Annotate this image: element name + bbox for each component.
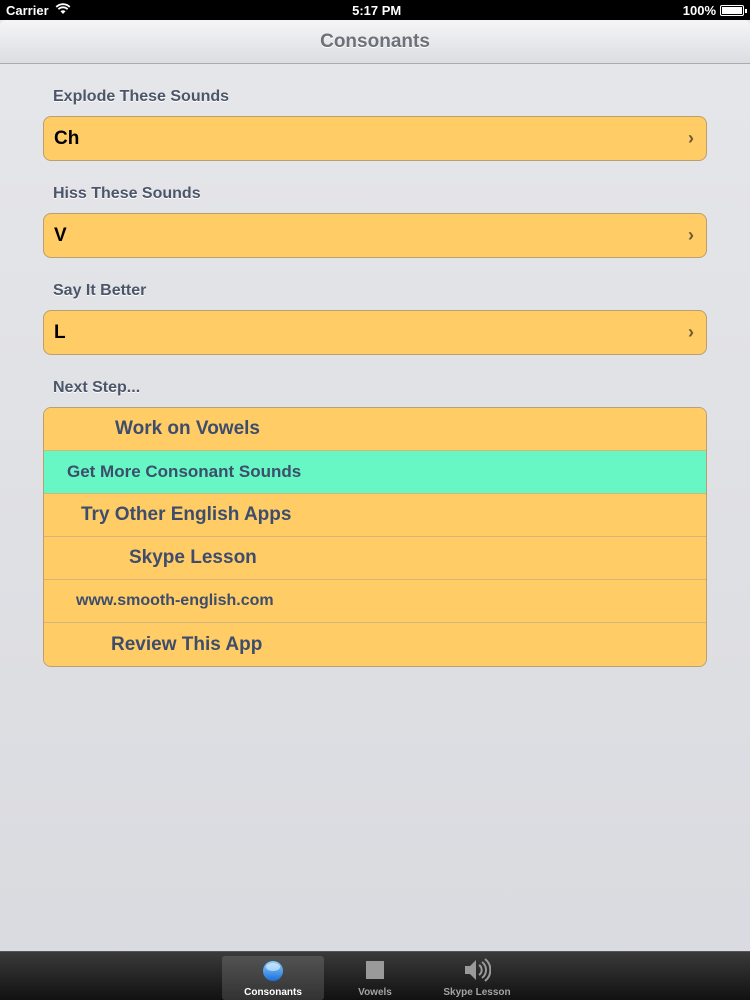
- cell-say-better[interactable]: L ›: [43, 310, 707, 355]
- tab-label: Consonants: [244, 987, 302, 998]
- carrier-label: Carrier: [6, 2, 49, 18]
- cell-label: V: [54, 224, 67, 246]
- section-header-hiss: Hiss These Sounds: [53, 185, 201, 202]
- cell-hiss-sounds[interactable]: V ›: [43, 213, 707, 258]
- section-header-next-step: Next Step...: [53, 379, 141, 396]
- battery-percent: 100%: [682, 2, 716, 18]
- clock: 5:17 PM: [352, 2, 402, 18]
- review-app-button[interactable]: Review This App: [44, 623, 706, 666]
- square-icon: [360, 955, 390, 985]
- chevron-right-icon: ›: [688, 322, 694, 342]
- cell-label: L: [54, 321, 66, 343]
- section-header-explode: Explode These Sounds: [53, 88, 230, 105]
- battery-icon: [720, 4, 747, 16]
- tab-vowels[interactable]: Vowels: [324, 952, 426, 1000]
- globe-icon: [258, 956, 288, 985]
- tab-label: Vowels: [358, 987, 392, 998]
- speaker-icon: [462, 955, 492, 985]
- tab-consonants[interactable]: Consonants: [222, 956, 324, 1000]
- tab-bar: Consonants Vowels Skype Lesson: [0, 951, 750, 1000]
- page-title: Consonants: [320, 30, 430, 52]
- cell-explode-sounds[interactable]: Ch ›: [43, 116, 707, 161]
- section-header-say-better: Say It Better: [53, 282, 147, 299]
- more-consonant-sounds-button[interactable]: Get More Consonant Sounds: [44, 451, 706, 494]
- other-english-apps-button[interactable]: Try Other English Apps: [44, 494, 706, 537]
- tab-skype-lesson[interactable]: Skype Lesson: [426, 952, 528, 1000]
- skype-lesson-button[interactable]: Skype Lesson: [44, 537, 706, 580]
- tab-label: Skype Lesson: [443, 987, 511, 998]
- cell-label: Ch: [54, 127, 80, 149]
- work-on-vowels-button[interactable]: Work on Vowels: [44, 408, 706, 451]
- chevron-right-icon: ›: [688, 225, 694, 245]
- navigation-bar: Consonants: [0, 20, 750, 64]
- status-bar: Carrier 5:17 PM 100%: [0, 0, 750, 20]
- website-link[interactable]: www.smooth-english.com: [44, 580, 706, 623]
- content-area: Explode These Sounds Ch › Hiss These Sou…: [43, 64, 707, 667]
- chevron-right-icon: ›: [688, 128, 694, 148]
- wifi-icon: [55, 2, 71, 18]
- next-step-group: Work on Vowels Get More Consonant Sounds…: [43, 407, 707, 667]
